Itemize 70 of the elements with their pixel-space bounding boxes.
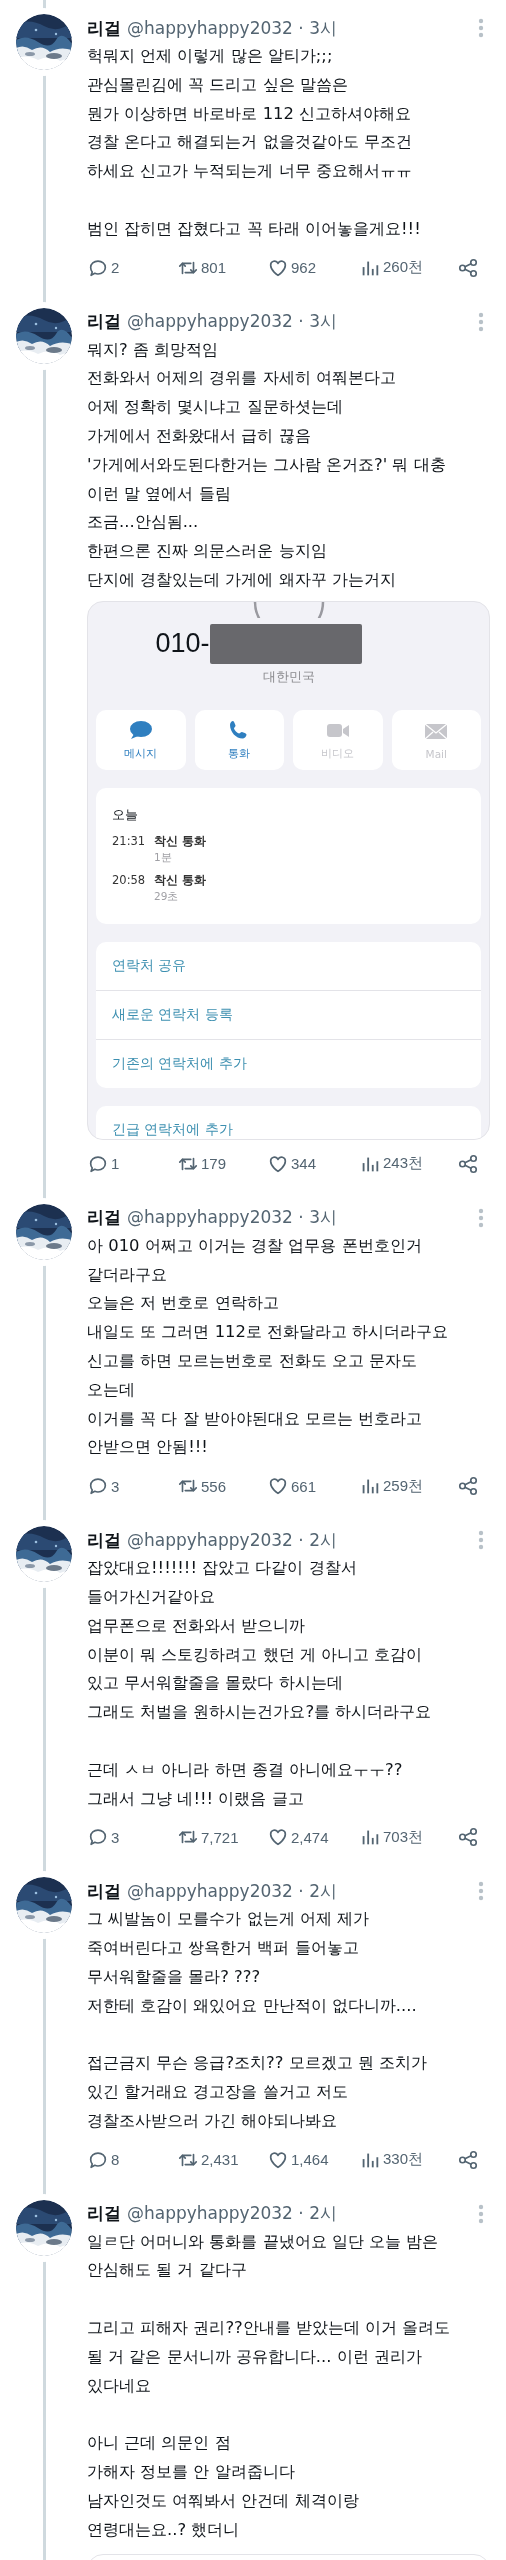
author-name[interactable]: 리걸 xyxy=(87,310,121,334)
contact-action[interactable]: 기존의 연락처에 추가 xyxy=(96,1038,481,1088)
retweet-button[interactable]: 556 xyxy=(177,1475,267,1498)
reply-button[interactable]: 2 xyxy=(87,256,177,279)
retweet-button[interactable]: 2,431 xyxy=(177,2148,267,2171)
author-name[interactable]: 리걸 xyxy=(87,1206,121,1230)
tweet-text: 아니 근데 의문인 점 가해자 정보를 안 알려줍니다 남자인것도 여쭤봐서 안건데 체격이랑 연령대는요..? 했더니 xyxy=(87,2432,360,2541)
tweet-text: 잡았대요!!!!!!! 잡았고 다같이 경찰서 들어가신거같아요 업무폰으로 전화와서 받으니까 이분이 뭐 스토킹하려고 했던 게 아니고 호감이 있고 무서워할줄을 몰랐다 하시는데 그래도 처벌을 원하시는건가요?를 하시더라구요 xyxy=(87,1557,433,1724)
contact-action[interactable]: 연락처 공유 xyxy=(96,941,481,990)
tweet-text: 근데 ㅅㅂ 아니라 하면 종결 아니에요ㅜㅜ?? 그래서 그냥 네!!! 이랬음 글고 xyxy=(87,1758,404,1810)
share-icon[interactable] xyxy=(457,1152,479,1175)
handle-and-time: @happyhappy2032 · 2시 xyxy=(127,2202,338,2226)
tweet-text: 뭐지? 좀 희망적임 전화와서 어제의 경위를 자세히 여쭤본다고 어제 정확히 몇시냐고 질문하셧는데 가게에서 전화왔대서 급히 끊음 '가게에서와도된다한거는 그사람 온거죠?' 뭐 대충 이런 말 옆에서 들림 조금...안심됨... 한편으론 진짜 의문스러운 능지임 단지에 경찰있는데 가게에 왜자꾸 가는거지 xyxy=(87,338,447,591)
author-name[interactable]: 리걸 xyxy=(87,1879,121,1903)
contact-action[interactable]: 긴급 연락처에 추가 xyxy=(96,1105,481,1139)
retweet-button[interactable]: 179 xyxy=(177,1152,267,1175)
handle-and-time: @happyhappy2032 · 3시 xyxy=(127,1206,338,1230)
like-button[interactable]: 1,464 xyxy=(267,2148,359,2171)
reply-button[interactable]: 8 xyxy=(87,2148,177,2171)
message-button[interactable]: 메시지 xyxy=(96,709,186,770)
call-time: 20:58 xyxy=(112,872,147,888)
reply-button[interactable]: 3 xyxy=(87,1475,177,1498)
speech-bubble-icon xyxy=(127,718,154,741)
date-heading: 오늘 xyxy=(112,805,139,824)
retweet-button[interactable]: 801 xyxy=(177,256,267,279)
tweet-text: 일ㄹ단 어머니와 통화를 끝냈어요 일단 오늘 밤은 안심해도 될 거 같다구 xyxy=(87,2230,440,2282)
like-button[interactable]: 962 xyxy=(267,256,359,279)
like-button[interactable]: 2,474 xyxy=(267,1826,359,1849)
more-icon[interactable] xyxy=(478,2203,484,2224)
reply-button[interactable]: 3 xyxy=(87,1826,177,1849)
call-duration: 1분 xyxy=(154,850,173,865)
tweet-text: 그 씨발놈이 모를수가 없는게 어제 제가 죽여버린다고 쌍욕한거 백퍼 들어놓고 무서워할줄을 몰라? ??? 저한테 호감이 왜있어요 만난적이 없다니까.... xyxy=(87,1908,418,2017)
tweet-text: 아 010 어쩌고 이거는 경찰 업무용 폰번호인거 같더라구요 오늘은 저 번호로 연락하고 내일도 또 그러면 112로 전화달라고 하시더라구요 신고를 하면 모르는번호로 전화도 오고 문자도 오는데 이거를 꼭 다 잘 받아야된대요 모르는 번호라고 안받으면 안됨!!! xyxy=(87,1234,450,1459)
views-button[interactable]: 243천 xyxy=(359,1152,457,1175)
share-icon[interactable] xyxy=(457,256,479,279)
handle-and-time: @happyhappy2032 · 2시 xyxy=(127,1879,338,1903)
share-icon[interactable] xyxy=(457,1826,479,1849)
author-name[interactable]: 리걸 xyxy=(87,16,121,40)
like-button[interactable]: 344 xyxy=(267,1152,359,1175)
phone-number: 010- xyxy=(155,628,210,660)
more-icon[interactable] xyxy=(478,1530,484,1551)
call-button[interactable]: 통화 xyxy=(194,709,284,770)
views-button[interactable]: 330천 xyxy=(359,2148,457,2171)
call-duration: 29초 xyxy=(154,889,180,904)
handle-and-time: @happyhappy2032 · 2시 xyxy=(127,1528,338,1552)
call-time: 21:31 xyxy=(112,833,147,849)
share-icon[interactable] xyxy=(457,1475,479,1498)
views-button[interactable]: 260천 xyxy=(359,256,457,279)
handle-and-time: @happyhappy2032 · 3시 xyxy=(127,310,338,334)
contact-action[interactable]: 새로운 연락처 등록 xyxy=(96,989,481,1039)
more-icon[interactable] xyxy=(478,311,484,332)
more-icon[interactable] xyxy=(478,1207,484,1228)
retweet-button[interactable]: 7,721 xyxy=(177,1826,267,1849)
country-label: 대한민국 xyxy=(261,667,316,686)
call-type: 착신 통화 xyxy=(154,833,207,849)
author-name[interactable]: 리걸 xyxy=(87,1528,121,1552)
views-button[interactable]: 703천 xyxy=(359,1826,457,1849)
call-type: 착신 통화 xyxy=(154,872,207,888)
handle-and-time: @happyhappy2032 · 3시 xyxy=(127,16,338,40)
tweet-text: 접근금지 무슨 응급?조치?? 모르겠고 뭔 조치가 있긴 할거래요 경고장을 쓸거고 저도 경찰조사받으러 가긴 해야되나봐요 xyxy=(87,2052,429,2132)
tweet-text: 범인 잡히면 잡혔다고 꼭 타래 이어놓을게요!!! xyxy=(87,217,422,240)
more-icon[interactable] xyxy=(478,1881,484,1902)
tweet-text: 헉뭐지 언제 이렇게 많은 알티가;;; 관심몰린김에 꼭 드리고 싶은 말씀은 뭔가 이상하면 바로바로 112 신고하셔야해요 경찰 온다고 해결되는거 없을것같아도 무조건 하세요 신고가 누적되는게 너무 중요해서ㅠㅠ xyxy=(87,45,413,183)
reply-button[interactable]: 1 xyxy=(87,1152,177,1175)
like-button[interactable]: 661 xyxy=(267,1475,359,1498)
share-icon[interactable] xyxy=(457,2148,479,2171)
views-button[interactable]: 259천 xyxy=(359,1475,457,1498)
tweet-text: 그리고 피해자 권리??안내를 받았는데 이거 올려도 될 거 같은 문서니까 공유합니다... 이런 권리가 있다네요 xyxy=(87,2317,452,2397)
more-icon[interactable] xyxy=(478,18,484,38)
author-name[interactable]: 리걸 xyxy=(87,2202,121,2226)
